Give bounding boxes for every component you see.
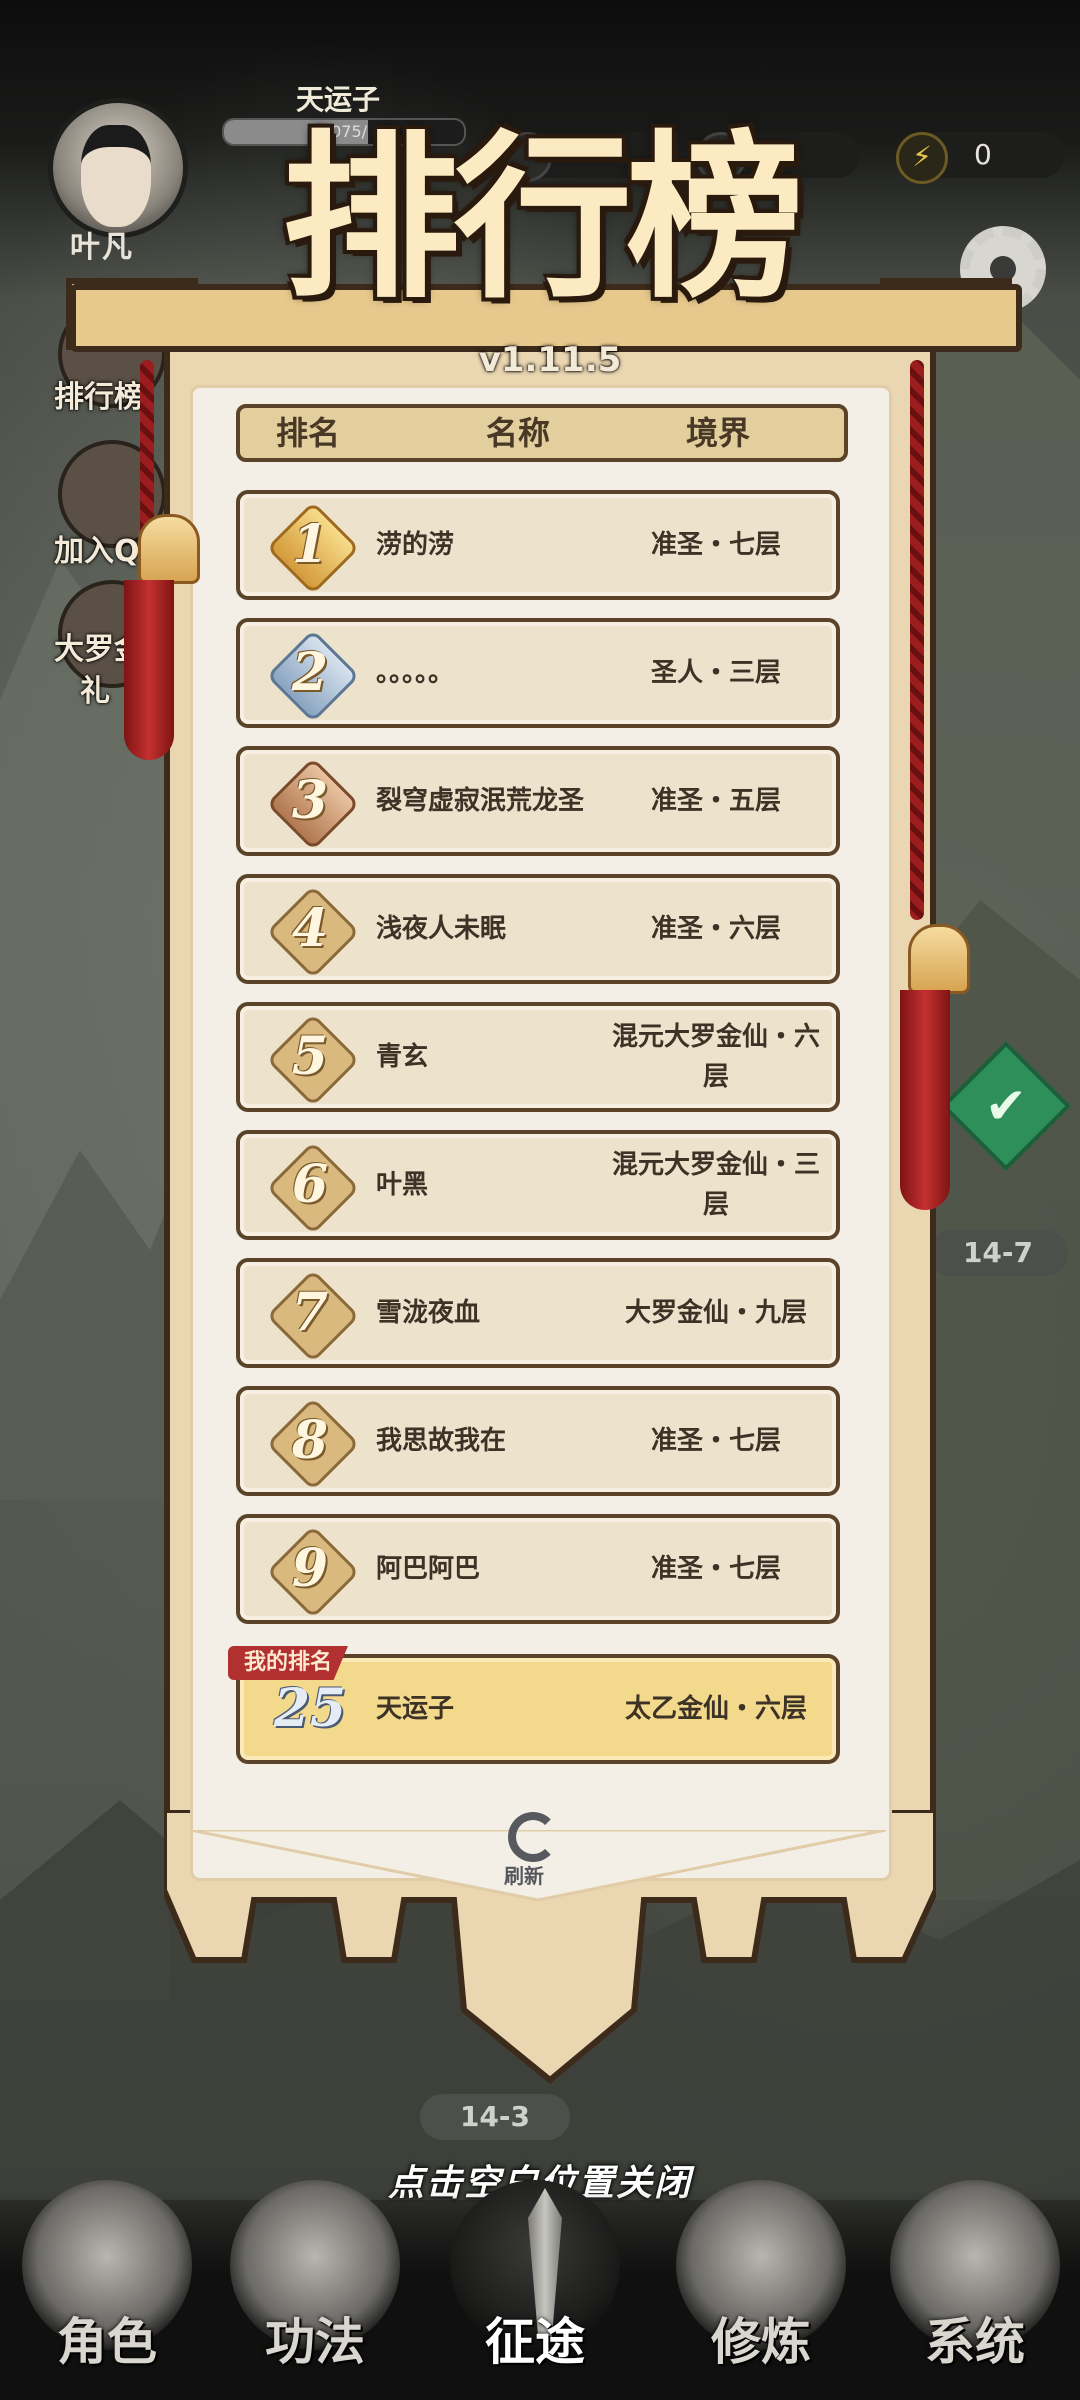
side-label-join: 加入Q <box>54 534 140 569</box>
leaderboard-row[interactable]: 8 我思故我在 准圣・七层 <box>236 1386 840 1496</box>
player-name-cell: 阿巴阿巴 <box>376 1554 481 1584</box>
check-icon: ✔ <box>985 1077 1027 1135</box>
nav-label: 角色 <box>57 2312 157 2371</box>
realm-cell: 圣人・三层 <box>650 658 781 688</box>
my-rank-number: 25 <box>273 1678 347 1739</box>
refresh-label[interactable]: 刷新 <box>504 1860 544 1889</box>
nav-item-system[interactable]: 系统 <box>880 2180 1070 2400</box>
player-name-cell: 我思故我在 <box>376 1426 507 1456</box>
my-name-cell: 天运子 <box>376 1694 455 1724</box>
realm-cell: 混元大罗金仙・六层 <box>611 1022 820 1092</box>
nav-item-journey[interactable]: 征途 <box>440 2180 630 2400</box>
refresh-icon[interactable] <box>508 1812 558 1862</box>
header-realm: 境界 <box>686 414 751 452</box>
stage-tag-right[interactable]: 14-7 <box>928 1230 1068 1276</box>
tassel-right <box>900 990 950 1210</box>
realm-cell: 准圣・七层 <box>650 1426 781 1456</box>
leaderboard-row[interactable]: 4 浅夜人未眠 准圣・六层 <box>236 874 840 984</box>
leaderboard-row[interactable]: 5 青玄 混元大罗金仙・六层 <box>236 1002 840 1112</box>
nav-label: 修炼 <box>711 2312 811 2371</box>
realm-cell: 准圣・七层 <box>650 530 781 560</box>
realm-cell: 准圣・五层 <box>650 786 781 816</box>
realm-cell: 准圣・六层 <box>650 914 781 944</box>
realm-cell: 大罗金仙・九层 <box>624 1298 807 1328</box>
rank-number: 7 <box>291 1282 329 1343</box>
leaderboard-row[interactable]: 2 。。。。。 圣人・三层 <box>236 618 840 728</box>
player-name-cell: 。。。。。 <box>376 658 455 688</box>
realm-cell: 准圣・七层 <box>650 1554 781 1584</box>
leaderboard-title: 排行榜 <box>282 113 804 322</box>
tassel-left <box>124 580 174 760</box>
bell-right <box>908 924 970 994</box>
rank-number: 2 <box>291 642 329 703</box>
rank-number: 3 <box>291 770 329 831</box>
player-name-cell: 浅夜人未眠 <box>376 914 507 944</box>
rank-number: 5 <box>291 1026 329 1087</box>
leaderboard-row[interactable]: 7 雪泷夜血 大罗金仙・九层 <box>236 1258 840 1368</box>
lightning-icon: ⚡ <box>896 132 948 184</box>
avatar-face <box>81 125 151 227</box>
energy-value: 0 <box>974 138 992 171</box>
side-label-gift-sub: 礼 <box>80 674 110 709</box>
player-name: 叶凡 <box>70 230 134 265</box>
rank-number: 9 <box>291 1538 329 1599</box>
my-realm-cell: 太乙金仙・六层 <box>624 1694 807 1724</box>
player-name-cell: 青玄 <box>376 1042 429 1072</box>
rank-number: 6 <box>291 1154 329 1215</box>
leaderboard-row[interactable]: 9 阿巴阿巴 准圣・七层 <box>236 1514 840 1624</box>
side-label-leaderboard: 排行榜 <box>54 380 144 415</box>
version-label: v1.11.5 <box>478 340 622 380</box>
player-name-cell: 雪泷夜血 <box>376 1298 481 1328</box>
leaderboard-row[interactable]: 6 叶黑 混元大罗金仙・三层 <box>236 1130 840 1240</box>
realm-cell: 混元大罗金仙・三层 <box>611 1150 820 1220</box>
nav-item-cultivation[interactable]: 修炼 <box>666 2180 856 2400</box>
player-name-cell: 叶黑 <box>376 1170 429 1200</box>
rank-number: 4 <box>291 898 329 959</box>
player-avatar[interactable] <box>48 98 188 238</box>
leaderboard-row[interactable]: 1 涝的涝 准圣・七层 <box>236 490 840 600</box>
player-name-cell: 涝的涝 <box>376 530 455 560</box>
nav-label: 系统 <box>925 2312 1025 2371</box>
nav-label: 征途 <box>485 2312 585 2371</box>
header-name: 名称 <box>486 414 551 452</box>
table-header: 排名 名称 境界 <box>236 404 848 462</box>
tassel-cord-left <box>140 360 154 540</box>
tassel-cord-right <box>910 360 924 920</box>
nav-item-skills[interactable]: 功法 <box>220 2180 410 2400</box>
player-name-cell: 裂穹虚寂泯荒龙圣 <box>376 786 585 816</box>
my-rank-tag: 我的排名 <box>228 1646 348 1680</box>
header-rank: 排名 <box>276 414 341 452</box>
nav-label: 功法 <box>265 2312 365 2371</box>
bell-left <box>138 514 200 584</box>
rank-number: 1 <box>291 514 329 575</box>
rank-number: 8 <box>291 1410 329 1471</box>
nav-item-character[interactable]: 角色 <box>12 2180 202 2400</box>
leaderboard-row[interactable]: 3 裂穹虚寂泯荒龙圣 准圣・五层 <box>236 746 840 856</box>
